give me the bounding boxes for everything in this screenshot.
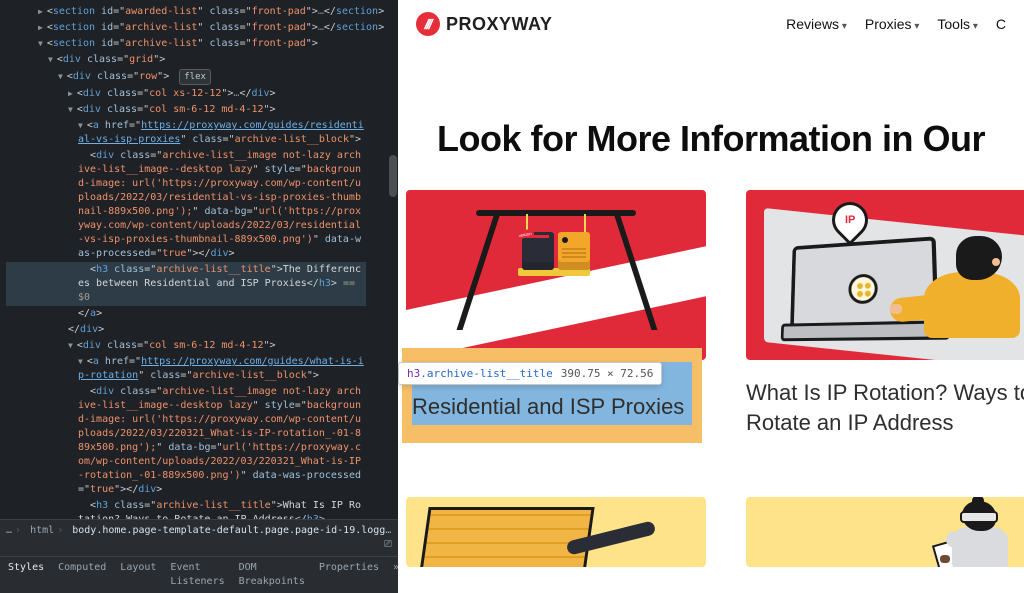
article-card-2[interactable]: IP What Is IP Rotation? Ways to Rotate a… [746,190,1024,437]
styles-pane-tabs: Styles Computed Layout Event Listeners D… [0,556,398,593]
brand-logo[interactable]: /// PROXYWAY [416,12,552,36]
elements-tree-row[interactable]: <section id="archive-list" class="front-… [6,36,396,52]
site-nav: /// PROXYWAY Reviews Proxies Tools C [398,0,1024,48]
elements-tree-row[interactable]: <div class="archive-list__image not-lazy… [6,148,366,262]
card-illustration-4 [746,497,1024,567]
person-icon [920,236,1020,340]
nav-proxies[interactable]: Proxies [865,16,920,32]
article-card-4[interactable] [746,497,1024,567]
article-card-1[interactable]: verizon The Differences between Resident… [406,190,706,437]
devtools-panel: <section id="awarded-list" class="front-… [0,0,398,593]
server-black-icon: verizon [522,232,554,270]
breadcrumb[interactable]: …› html› body.home.page-template-default… [0,519,398,556]
nav-reviews[interactable]: Reviews [786,16,847,32]
nav-cut: C [996,16,1006,32]
card-title-2: What Is IP Rotation? Ways to Rotate an I… [746,378,1024,437]
card-illustration-3 [406,497,706,567]
elements-tree-row[interactable]: </div> [6,322,396,338]
elements-tree-row[interactable]: <h3 class="archive-list__title">The Diff… [6,262,366,306]
card-illustration-2: IP [746,190,1024,360]
section-heading: Look for More Information in Our [398,118,1024,160]
crumb-body[interactable]: body.home.page-template-default.page.pag… [72,525,398,536]
inspect-tooltip: h3.archive-list__title 390.75 × 72.56 [398,362,662,385]
server-orange-icon [558,232,590,270]
tab-dom-breakpoints[interactable]: DOM Breakpoints [239,561,305,589]
tab-styles[interactable]: Styles [8,561,44,589]
filter-icon[interactable]: ⎚ [384,538,392,552]
elements-tree[interactable]: <section id="awarded-list" class="front-… [0,0,398,519]
crumb-html[interactable]: html [30,525,54,536]
elements-tree-row[interactable]: <div class="col sm-6-12 md-4-12"> [6,102,396,118]
tab-properties[interactable]: Properties [319,561,379,589]
scrollbar-thumb[interactable] [389,155,397,197]
elements-tree-row[interactable]: <section id="awarded-list" class="front-… [6,4,396,20]
nav-menu: Reviews Proxies Tools C [786,16,1006,32]
logo-mark-icon: /// [416,12,440,36]
brand-name: PROXYWAY [446,14,552,35]
article-card-3[interactable] [406,497,706,567]
elements-tree-row[interactable]: <div class="col sm-6-12 md-4-12"> [6,338,396,354]
elements-tree-row[interactable]: <section id="archive-list" class="front-… [6,20,396,36]
elements-tree-row[interactable]: <h3 class="archive-list__title">What Is … [6,498,366,519]
card-illustration-1: verizon [406,190,706,360]
elements-tree-row[interactable]: </a> [6,306,396,322]
elements-tree-row[interactable]: <div class="grid"> [6,52,396,68]
page-preview: /// PROXYWAY Reviews Proxies Tools C Loo… [398,0,1024,593]
elements-tree-row[interactable]: <a href="https://proxyway.com/guides/wha… [6,354,366,384]
elements-tree-row[interactable]: <div class="archive-list__image not-lazy… [6,384,366,498]
tab-event-listeners[interactable]: Event Listeners [170,561,224,589]
tab-layout[interactable]: Layout [120,561,156,589]
inspect-dimensions: 390.75 × 72.56 [561,367,654,380]
tab-computed[interactable]: Computed [58,561,106,589]
crumb-ellipsis[interactable]: … [6,525,12,536]
elements-tree-row[interactable]: <div class="row"> flex [6,68,396,86]
elements-tree-row[interactable]: <div class="col xs-12-12">…</div> [6,86,396,102]
elements-tree-row[interactable]: <a href="https://proxyway.com/guides/res… [6,118,366,148]
nav-tools[interactable]: Tools [937,16,978,32]
